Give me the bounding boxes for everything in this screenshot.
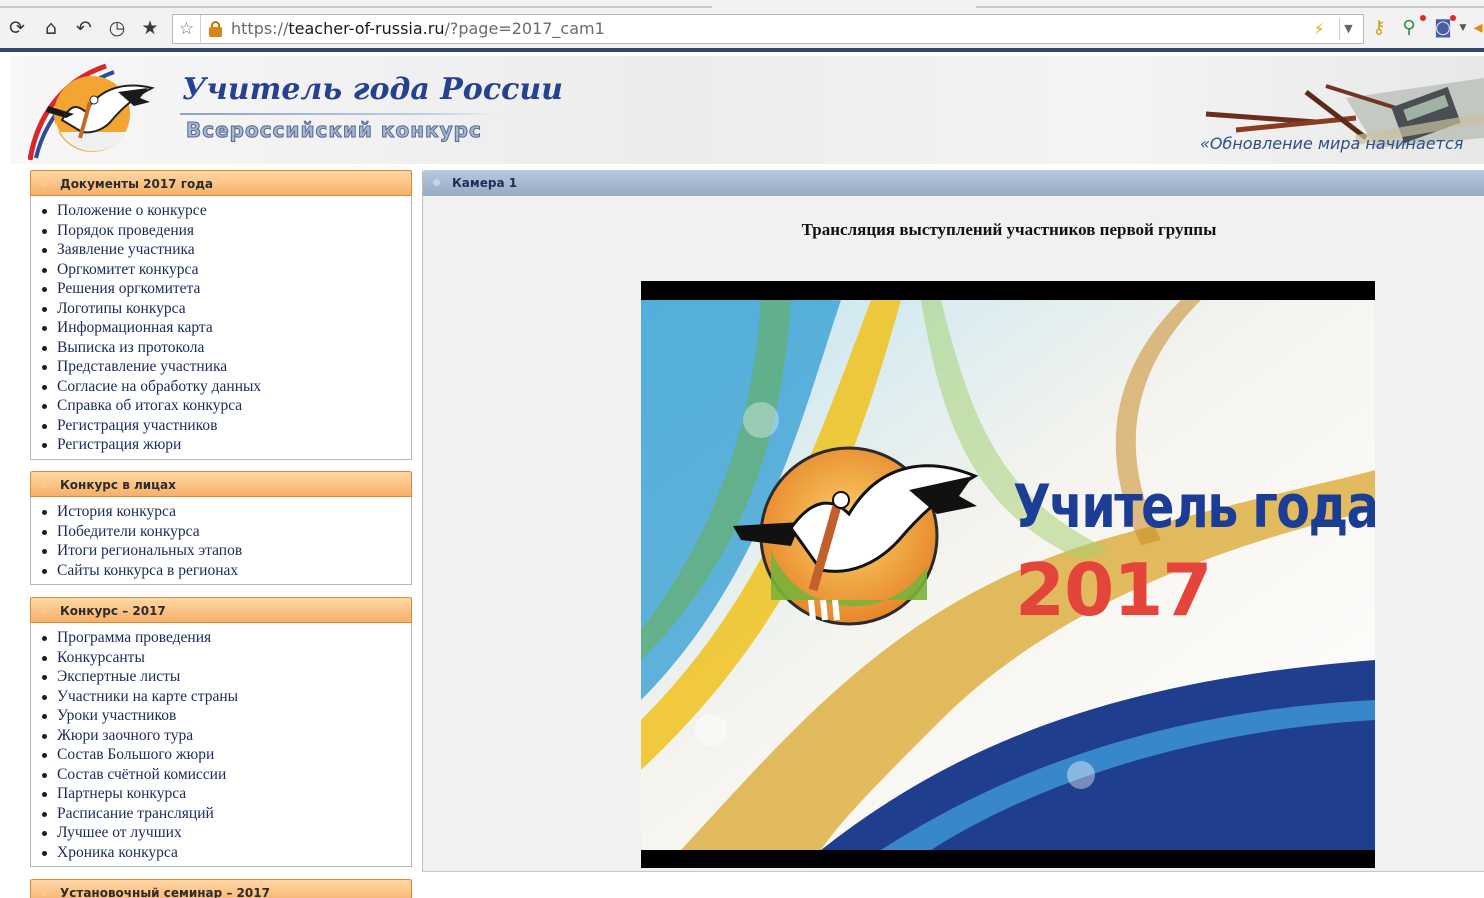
broadcast-heading: Трансляция выступлений участников первой… <box>801 220 1217 239</box>
url-text[interactable]: https://teacher-of-russia.ru/?page=2017_… <box>231 15 605 43</box>
video-title-text: Учитель года <box>1013 472 1375 542</box>
sidebar-link[interactable]: Уроки участников <box>41 706 411 726</box>
sidebar-link[interactable]: Оргкомитет конкурса <box>41 260 411 280</box>
reload-icon[interactable]: ⟳ <box>4 15 30 41</box>
site-header: Учитель года России Всероссийский конкур… <box>10 56 1484 164</box>
camera-panel-header: Камера 1 <box>423 170 1484 196</box>
dropdown-arrow-icon[interactable]: ▼ <box>1339 18 1357 40</box>
tab-strip-line <box>976 6 1484 8</box>
back-icon[interactable]: ↶ <box>71 15 97 41</box>
video-year-text: 2017 <box>1015 548 1212 632</box>
dropdown-arrow-icon[interactable]: ▼ <box>1456 14 1470 42</box>
bullet-icon <box>41 481 48 488</box>
sidebar-link[interactable]: Справка об итогах конкурса <box>41 396 411 416</box>
sidebar-block-header: Конкурс – 2017 <box>30 597 412 623</box>
address-bar[interactable]: ☆ https://teacher-of-russia.ru/?page=201… <box>172 14 1364 44</box>
pelican-logo[interactable] <box>27 62 158 162</box>
bullet-icon <box>41 180 48 187</box>
video-player[interactable]: Учитель года 2017 <box>641 281 1375 868</box>
sidebar-link[interactable]: Логотипы конкурса <box>41 299 411 319</box>
sidebar-link[interactable]: Согласие на обработку данных <box>41 377 411 397</box>
sidebar-block-header: Установочный семинар – 2017 <box>30 879 412 898</box>
sidebar-link[interactable]: Состав счётной комиссии <box>41 765 411 785</box>
sidebar-block-documents: Документы 2017 года Положение о конкурсе… <box>30 170 412 460</box>
sidebar-link[interactable]: Выписка из протокола <box>41 338 411 358</box>
notification-dot <box>1420 15 1426 21</box>
video-background-art <box>641 300 1375 850</box>
sidebar-block-title: Конкурс – 2017 <box>60 604 166 618</box>
key-icon[interactable]: ⚷ <box>1366 14 1392 42</box>
pelican-logo-icon <box>27 63 155 161</box>
sidebar-block-title: Документы 2017 года <box>60 177 213 191</box>
menu-icon[interactable]: ◂ <box>1472 14 1484 42</box>
sidebar-link[interactable]: Конкурсанты <box>41 648 411 668</box>
extension-icon[interactable]: ⚲ <box>1396 14 1422 42</box>
sidebar-link[interactable]: Хроника конкурса <box>41 843 411 863</box>
main-content: Камера 1 Трансляция выступлений участник… <box>422 170 1484 872</box>
url-scheme: https:// <box>231 19 289 38</box>
sidebar-block-header: Конкурс в лицах <box>30 471 412 497</box>
lightning-icon[interactable]: ⚡ <box>1310 18 1328 40</box>
bullet-icon <box>41 607 48 614</box>
sidebar-link[interactable]: Победители конкурса <box>41 522 411 542</box>
sidebar-link[interactable]: Сайты конкурса в регионах <box>41 561 411 581</box>
site-subtitle: Всероссийский конкурс <box>186 118 482 143</box>
bookmarks-star-icon[interactable]: ★ <box>137 15 163 41</box>
sidebar-link[interactable]: История конкурса <box>41 502 411 522</box>
video-frame[interactable]: Учитель года 2017 <box>641 300 1375 850</box>
bullet-icon <box>433 179 440 186</box>
bookmark-page-icon[interactable]: ☆ <box>173 15 201 43</box>
bullet-icon <box>41 889 48 896</box>
sidebar-link[interactable]: Итоги региональных этапов <box>41 541 411 561</box>
camera-panel-title: Камера 1 <box>452 176 518 190</box>
sidebar: Документы 2017 года Положение о конкурсе… <box>30 170 412 898</box>
title-underline <box>180 113 498 115</box>
sidebar-link[interactable]: Программа проведения <box>41 628 411 648</box>
sidebar-link[interactable]: Экспертные листы <box>41 667 411 687</box>
sidebar-link[interactable]: Жюри заочного тура <box>41 726 411 746</box>
sidebar-block-contest-2017: Конкурс – 2017 Программа проведения Конк… <box>30 597 412 867</box>
sidebar-block-title: Установочный семинар – 2017 <box>60 886 270 898</box>
browser-toolbar: ⟳ ⌂ ↶ ◷ ★ ☆ https://teacher-of-russia.ru… <box>0 0 1484 52</box>
sidebar-link[interactable]: Расписание трансляций <box>41 804 411 824</box>
sidebar-link[interactable]: Порядок проведения <box>41 221 411 241</box>
history-icon[interactable]: ◷ <box>104 15 130 41</box>
sidebar-link[interactable]: Регистрация участников <box>41 416 411 436</box>
sidebar-link[interactable]: Решения оргкомитета <box>41 279 411 299</box>
url-path: /?page=2017_cam1 <box>444 19 605 38</box>
sidebar-block-header: Документы 2017 года <box>30 170 412 196</box>
lock-icon[interactable] <box>209 21 222 37</box>
sidebar-link[interactable]: Партнеры конкурса <box>41 784 411 804</box>
sidebar-link[interactable]: Информационная карта <box>41 318 411 338</box>
header-slogan: «Обновление мира начинается <box>1200 134 1464 153</box>
home-icon[interactable]: ⌂ <box>38 15 64 41</box>
tab-strip-line <box>0 6 712 8</box>
sidebar-link[interactable]: Регистрация жюри <box>41 435 411 455</box>
sidebar-link[interactable]: Положение о конкурсе <box>41 201 411 221</box>
site-title[interactable]: Учитель года России <box>182 72 563 107</box>
sidebar-block-title: Конкурс в лицах <box>60 478 176 492</box>
url-host: teacher-of-russia.ru <box>288 19 445 38</box>
sidebar-link[interactable]: Состав Большого жюри <box>41 745 411 765</box>
sidebar-link[interactable]: Лучшее от лучших <box>41 823 411 843</box>
sidebar-link[interactable]: Заявление участника <box>41 240 411 260</box>
sidebar-link[interactable]: Представление участника <box>41 357 411 377</box>
sidebar-block-contest-people: Конкурс в лицах История конкурса Победит… <box>30 471 412 585</box>
sidebar-block-seminar-2017: Установочный семинар – 2017 <box>30 879 412 898</box>
sidebar-link[interactable]: Участники на карте страны <box>41 687 411 707</box>
